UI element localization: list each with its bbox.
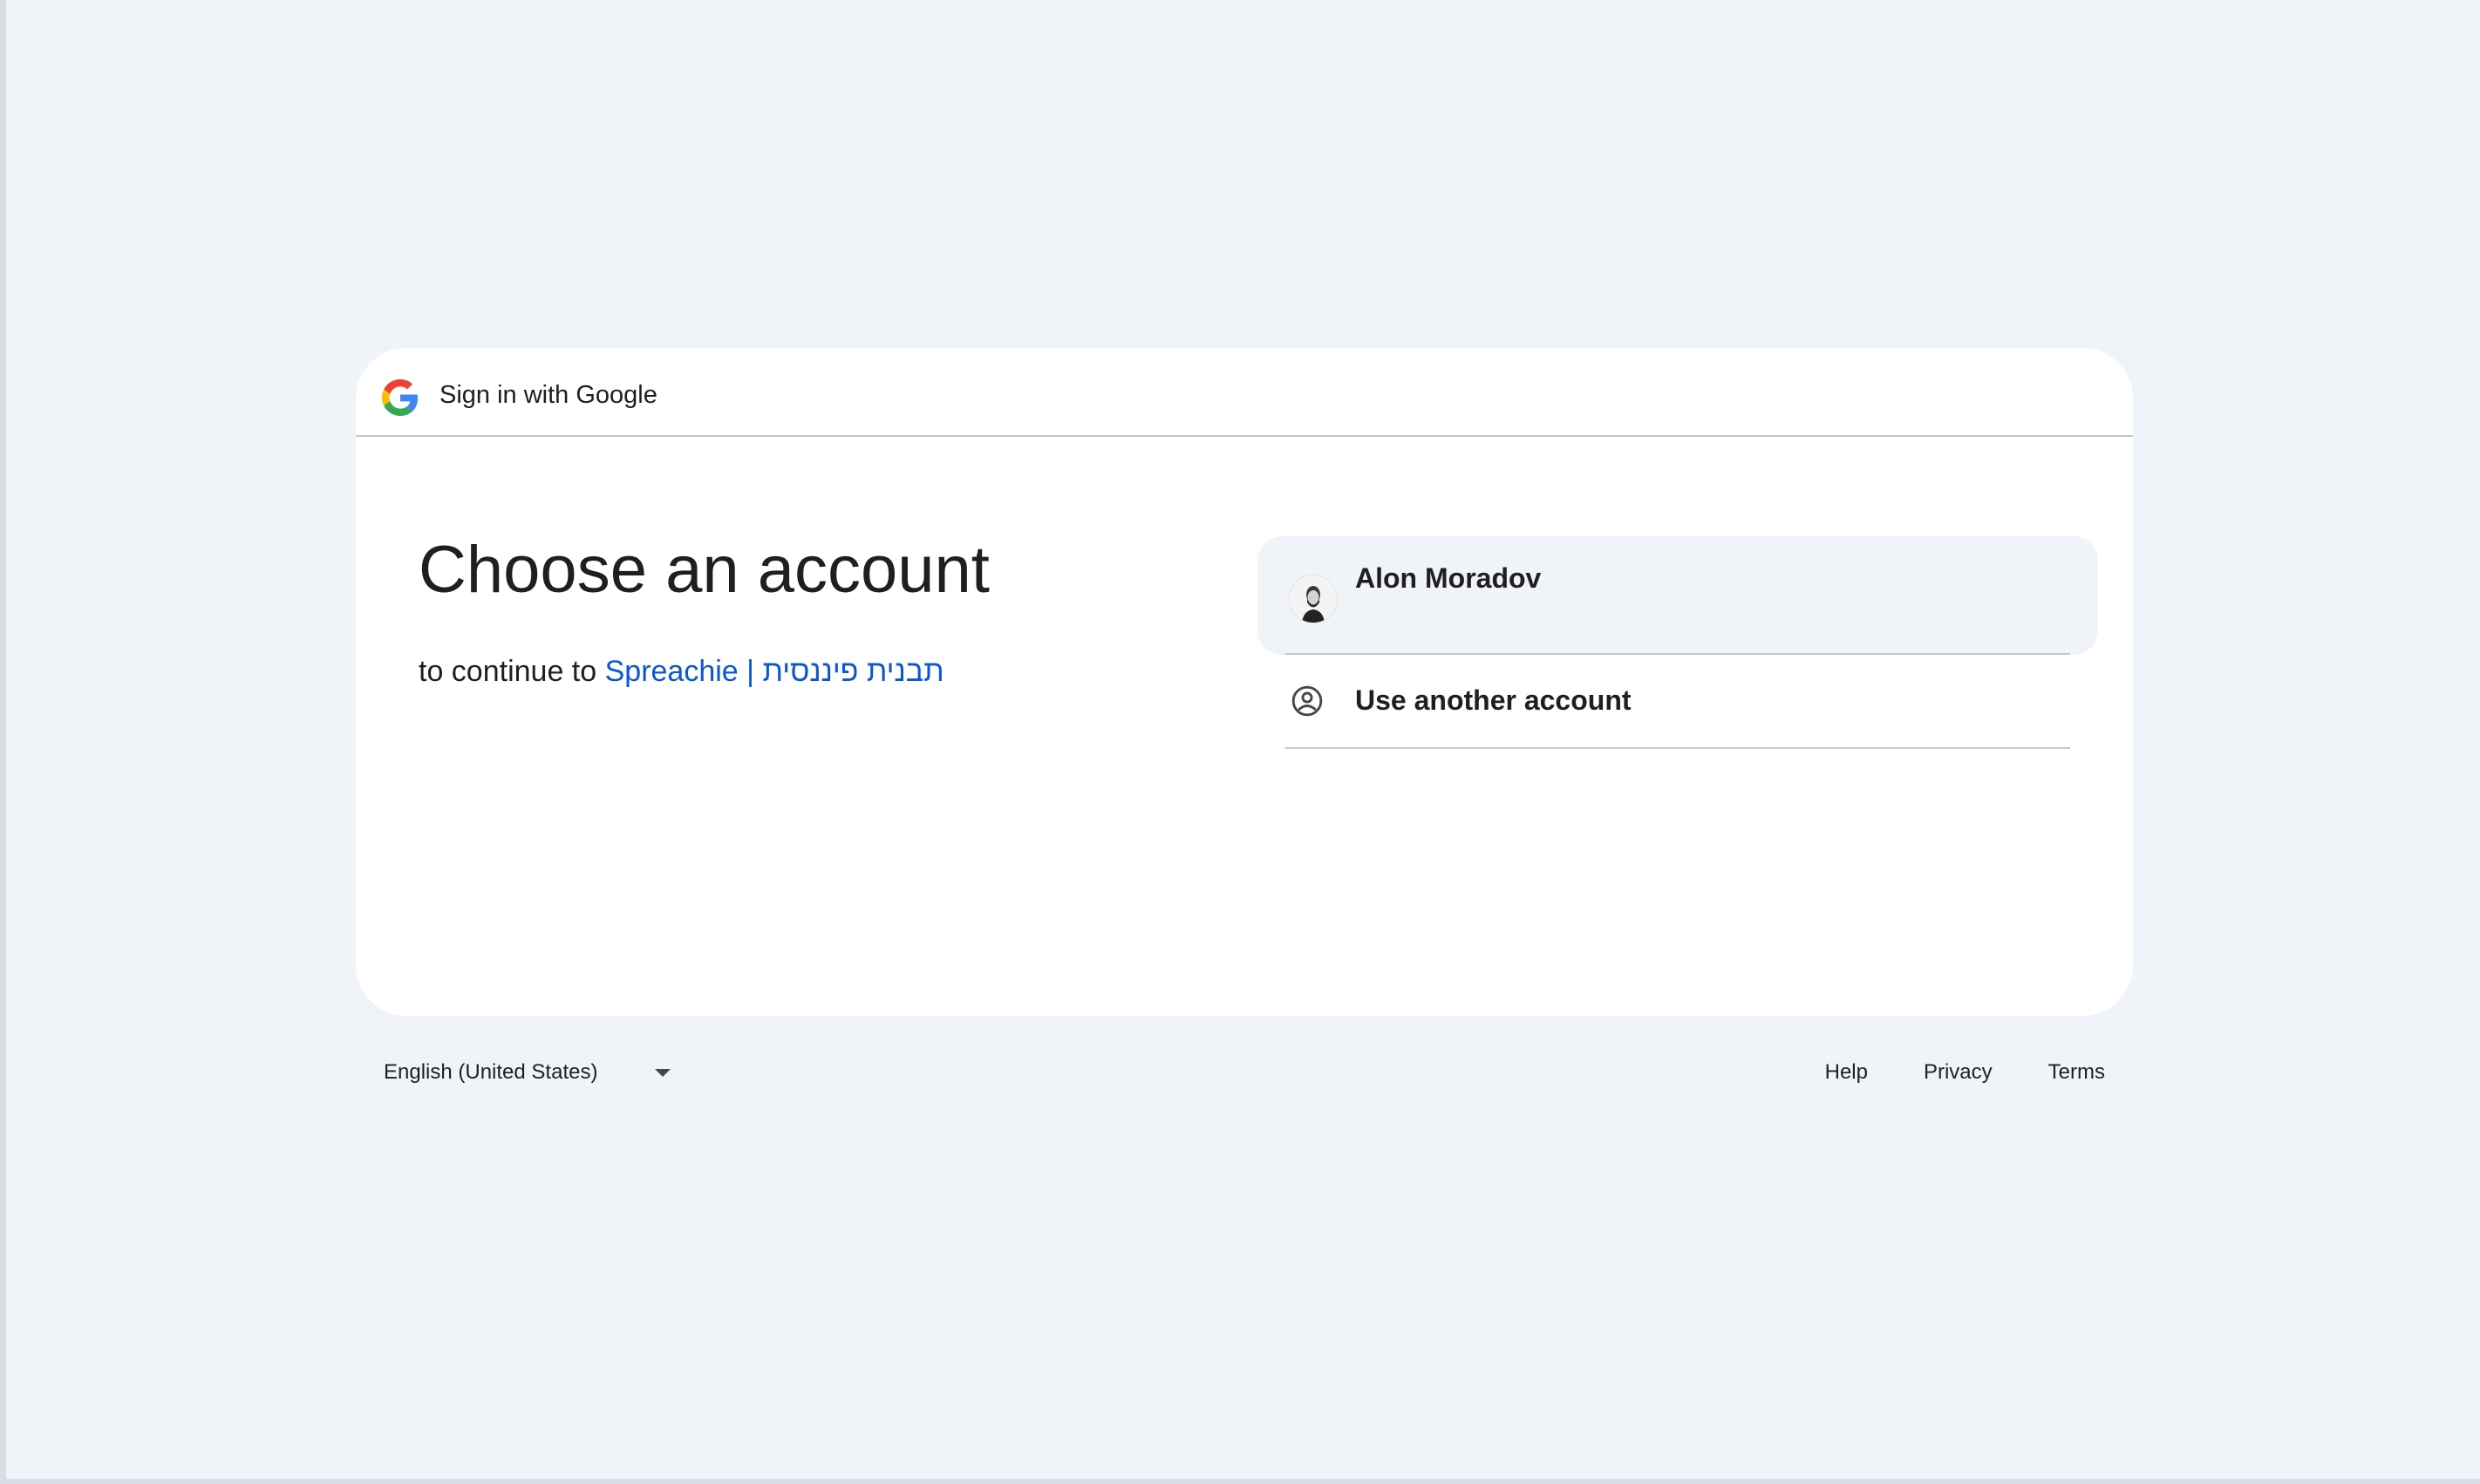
footer: English (United States) Help Privacy Ter… — [356, 1043, 2133, 1104]
page-title: Choose an account — [419, 533, 990, 607]
app-name-link[interactable]: Spreachie | תבנית פיננסית — [605, 655, 944, 688]
sign-in-card: Sign in with Google Choose an account to… — [356, 348, 2133, 1016]
use-another-account-label: Use another account — [1355, 684, 1632, 716]
help-link[interactable]: Help — [1825, 1053, 1868, 1092]
account-name: Alon Moradov — [1355, 562, 1542, 594]
window-edge-bottom — [0, 1479, 2480, 1484]
subtitle-prefix: to continue to — [419, 655, 597, 688]
use-another-account-button[interactable]: Use another account — [1285, 655, 2070, 749]
account-circle-icon — [1291, 685, 1323, 717]
window-edge — [0, 0, 6, 1484]
page: Sign in with Google Choose an account to… — [0, 0, 2480, 1484]
user-photo-avatar-icon — [1290, 575, 1337, 623]
privacy-link[interactable]: Privacy — [1924, 1053, 1993, 1092]
terms-link[interactable]: Terms — [2048, 1053, 2105, 1092]
google-logo-icon — [382, 379, 419, 416]
card-body: Choose an account to continue to Spreach… — [356, 437, 2133, 1016]
header-title: Sign in with Google — [439, 381, 657, 409]
footer-links: Help Privacy Terms — [1825, 1053, 2105, 1092]
avatar — [1289, 575, 1338, 623]
card-header: Sign in with Google — [356, 348, 2133, 437]
account-item[interactable]: Alon Moradov — [1257, 536, 2098, 655]
chevron-down-icon — [655, 1068, 671, 1077]
language-label: English (United States) — [384, 1060, 598, 1084]
account-list: Alon Moradov Use another account — [1257, 536, 2098, 749]
language-select[interactable]: English (United States) — [384, 1053, 671, 1092]
subtitle: to continue to Spreachie | תבנית פיננסית — [419, 653, 944, 690]
